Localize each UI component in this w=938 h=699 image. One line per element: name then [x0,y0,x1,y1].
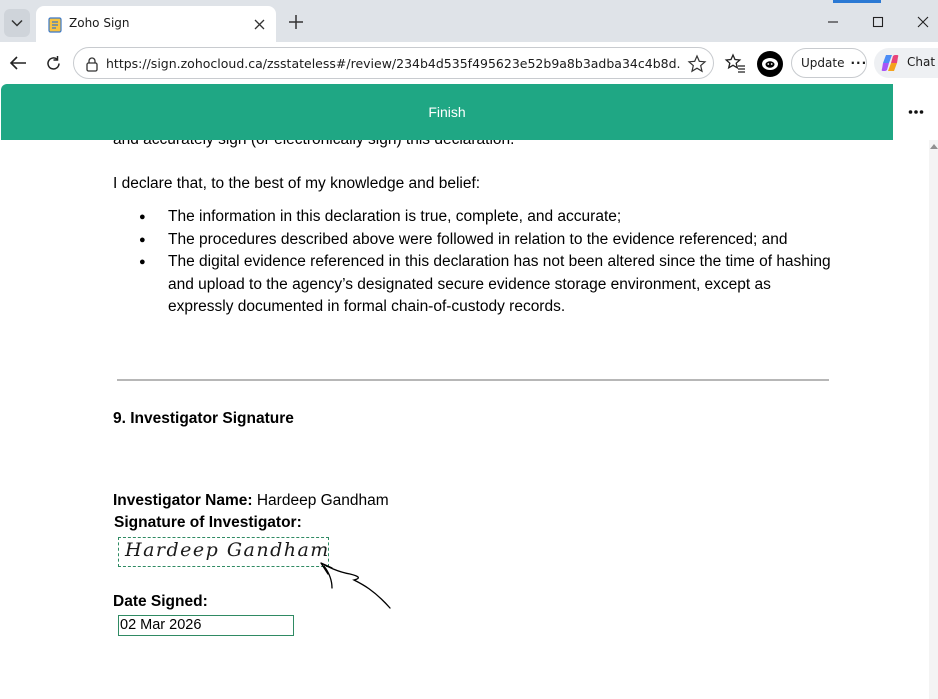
update-button[interactable]: Update ··· [791,48,867,78]
browser-tab-strip: Zoho Sign [0,0,938,42]
finish-button[interactable]: Finish [1,84,893,140]
close-icon [254,19,264,29]
signature-label: Signature of Investigator: [114,514,302,531]
minimize-button[interactable] [818,10,848,34]
tab-close-button[interactable] [250,15,268,33]
update-label: Update [801,56,845,70]
lock-icon[interactable] [84,56,100,72]
copilot-icon [881,55,899,71]
star-icon[interactable] [687,54,707,74]
arrow-left-icon [9,56,26,70]
investigator-name-value: Hardeep Gandham [256,492,389,509]
cutoff-text-line: and accurately sign (or electronically s… [113,140,514,149]
signature-field[interactable]: Hardeep Gandham [118,537,329,567]
copilot-chat-button[interactable]: Chat [874,48,938,78]
back-button[interactable] [6,51,30,75]
declaration-intro: I declare that, to the best of my knowle… [113,175,481,192]
list-item: The procedures described above were foll… [139,229,839,252]
window-close-button[interactable] [908,10,938,34]
maximize-icon [872,16,884,28]
list-item: The digital evidence referenced in this … [139,251,839,319]
scroll-up-arrow-icon[interactable] [929,144,938,149]
investigator-name-line: Investigator Name: Hardeep Gandham [113,492,389,510]
tab-list-button[interactable] [4,9,30,37]
more-horizontal-icon [908,110,923,114]
chevron-down-icon [11,19,23,27]
hand-drawn-arrow-icon [320,562,391,609]
document-viewer: and accurately sign (or electronically s… [0,140,929,699]
copilot-label: Chat [907,55,936,69]
maximize-button[interactable] [863,10,893,34]
more-options-button[interactable] [893,84,938,140]
section-divider [117,379,829,381]
reload-button[interactable] [41,51,65,75]
investigator-name-label: Investigator Name: [113,492,253,509]
section-title: 9. Investigator Signature [113,410,294,427]
document-scrollbar[interactable] [929,140,938,699]
date-signed-field[interactable]: 02 Mar 2026 [118,615,294,636]
tab-title: Zoho Sign [69,16,130,30]
window-accent [833,0,881,3]
signature-text: Hardeep Gandham [125,539,330,561]
more-dots-icon: ··· [850,56,868,70]
favorites-icon[interactable] [724,52,746,74]
reload-icon [46,55,60,70]
zoho-sign-favicon-icon [48,17,62,33]
browser-tab-zoho-sign[interactable]: Zoho Sign [36,6,276,42]
finish-label: Finish [428,104,466,120]
plus-icon [289,15,303,29]
declaration-list: The information in this declaration is t… [139,206,839,319]
profile-avatar[interactable] [757,51,783,77]
date-signed-label: Date Signed: [113,593,208,610]
profile-icon [762,58,778,70]
list-item: The information in this declaration is t… [139,206,839,229]
url-text: https://sign.zohocloud.ca/zsstateless#/r… [106,56,680,71]
address-bar[interactable]: https://sign.zohocloud.ca/zsstateless#/r… [73,47,714,79]
close-icon [917,16,929,28]
minimize-icon [828,21,838,23]
new-tab-button[interactable] [286,12,306,32]
